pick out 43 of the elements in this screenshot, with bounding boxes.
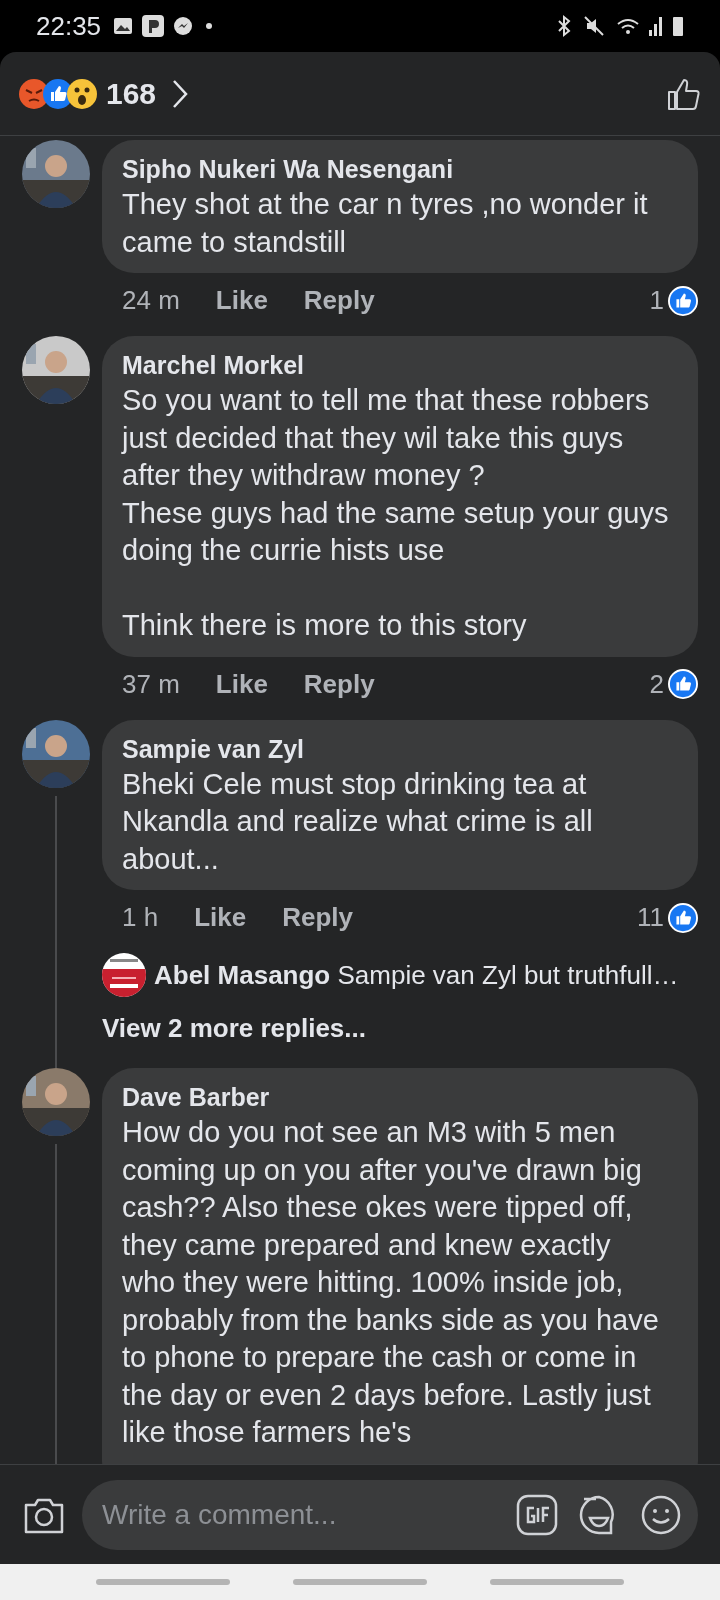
reaction-count: 1 <box>649 284 664 317</box>
mute-icon <box>584 14 604 38</box>
thumbs-up-icon <box>668 669 698 699</box>
dot-icon <box>205 22 214 30</box>
comment-time: 24 m <box>122 284 180 317</box>
comment-text: So you want to tell me that these robbers just decided that they wil take this guys after they withdraw money ? These guys had the same setup your guys doing the currie hists use Think there is more to this story <box>122 383 670 643</box>
reply-link[interactable]: Reply <box>303 281 375 320</box>
app-icon <box>141 14 166 38</box>
thumbs-up-icon <box>668 902 698 933</box>
comment-author[interactable]: Dave Barber <box>122 1080 670 1114</box>
reply-link[interactable]: Reply <box>282 898 353 937</box>
signal-icon <box>648 14 664 38</box>
like-link[interactable]: Like <box>215 664 268 704</box>
nav-handle[interactable] <box>490 1579 625 1585</box>
comment-field[interactable]: Write a comment... <box>82 1479 698 1550</box>
image-icon <box>113 16 134 36</box>
like-link[interactable]: Like <box>215 281 268 320</box>
comment-author[interactable]: Marchel Morkel <box>122 348 670 382</box>
comment-text: Bheki Cele must stop drinking tea at Nkandla and realize what crime is all about... <box>122 766 594 877</box>
nav-handle[interactable] <box>293 1579 427 1585</box>
comment-input[interactable]: Write a comment... <box>102 1493 496 1536</box>
nav-handle[interactable] <box>95 1579 230 1585</box>
reaction-total[interactable]: 168 <box>106 71 157 116</box>
comment-author[interactable]: Sipho Nukeri Wa Nesengani <box>122 152 670 186</box>
comment-text: They shot at the car n tyres ,no wonder it came to standstill <box>122 187 649 260</box>
thumbs-up-icon <box>668 285 698 316</box>
reply-link[interactable]: Reply <box>303 664 375 704</box>
reply-preview[interactable]: Abel Masango Sampie van Zyl but truthfull… <box>154 955 679 995</box>
gif-icon[interactable] <box>516 1493 558 1536</box>
comment-time: 1 h <box>122 901 159 934</box>
emoji-icon[interactable] <box>640 1493 682 1536</box>
bluetooth-icon <box>556 14 572 38</box>
reaction-count: 11 <box>637 901 664 934</box>
like-link[interactable]: Like <box>194 898 247 937</box>
comment-text: How do you not see an M3 with 5 men coming up on you after you've drawn big cash?? Also these okes were tipped off, they came prepared and knew exactly who they were hitting. 100% inside job, probably from the banks side as you have to phone to prepare the cash or come in the day or even 2 days before. Lastly just like those farmers he's <box>122 1115 660 1450</box>
status-time: 22:35 <box>36 9 102 43</box>
messenger-icon <box>173 16 194 36</box>
comment-time: 37 m <box>122 667 180 701</box>
battery-icon <box>672 14 684 38</box>
view-more-replies-link[interactable]: View 2 more replies... <box>102 1009 698 1048</box>
reaction-count: 2 <box>649 667 664 701</box>
chevron-right-icon[interactable] <box>172 78 189 109</box>
comment-author[interactable]: Sampie van Zyl <box>122 731 670 766</box>
